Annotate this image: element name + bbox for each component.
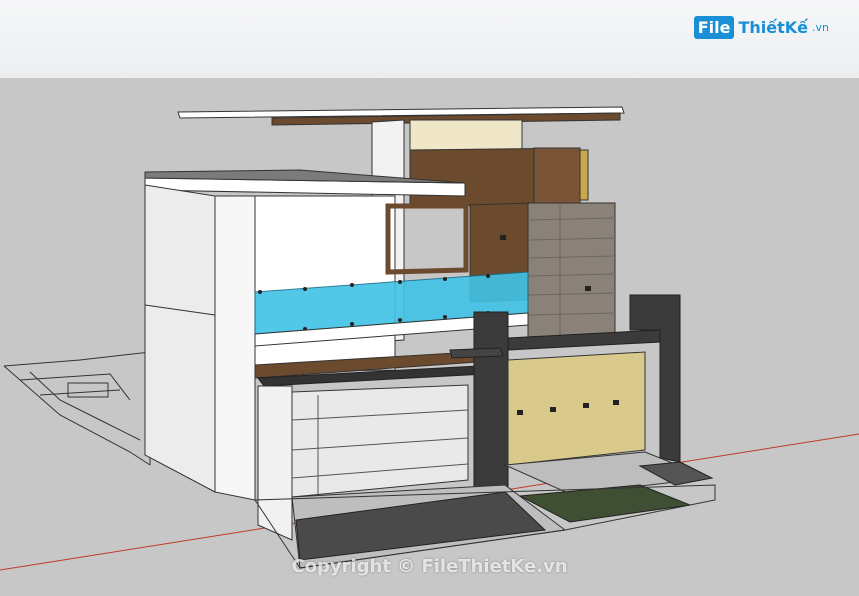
left-side-wall: [144, 184, 216, 493]
gate-panel: [507, 351, 646, 466]
logo-suffix: .vn: [812, 20, 829, 34]
gate-pillar-cap: [449, 347, 504, 359]
garage-left-pillar: [257, 385, 293, 541]
wall-fixture-2: [585, 286, 591, 291]
house-model-scene: [0, 106, 859, 571]
wall-fixture-1: [500, 235, 506, 240]
wood-wall-right: [533, 147, 581, 207]
site-plan-lines: [3, 351, 151, 466]
copyright-watermark: Copyright © FileThietKe.vn: [291, 556, 568, 577]
brand-logo: File ThiếtKế .vn: [693, 12, 829, 42]
logo-name: ThiếtKế: [738, 17, 809, 37]
yellow-trim: [579, 149, 589, 201]
gate-pillar-middle: [473, 311, 509, 489]
stone-column: [527, 202, 616, 338]
front-facade-wall: [214, 195, 256, 501]
logo-mark: File: [693, 15, 735, 39]
rear-cream-panel: [409, 119, 523, 151]
